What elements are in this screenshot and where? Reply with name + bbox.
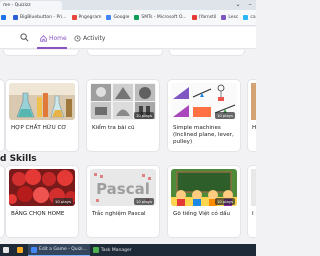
- quiz-thumbnail: [9, 83, 75, 120]
- os-taskbar: Edit a Game - Quizi... Task Manager: [0, 244, 256, 256]
- quiz-card[interactable]: Pascal 10 plays Trắc nghiệm Pascal: [87, 166, 159, 237]
- active-tab-indicator: [37, 47, 67, 49]
- quiz-card[interactable]: HỢP CHẤT HỮU CƠ: [6, 80, 78, 151]
- browser-tab[interactable]: me - Quizizz: [0, 1, 62, 10]
- tab-home-label: Home: [49, 34, 67, 42]
- taskbar-item[interactable]: Task Manager: [90, 244, 135, 256]
- taskbar-item-label: Edit a Game - Quizi...: [39, 247, 87, 252]
- quiz-title: HỢP CHẤT HỮU CƠ: [11, 125, 67, 131]
- bookmark-label: Google: [113, 15, 130, 20]
- quiz-thumbnail: [251, 83, 256, 120]
- quiz-title: H: [252, 125, 256, 131]
- card-partial-right[interactable]: I: [248, 166, 256, 237]
- quiz-thumbnail: [251, 169, 256, 206]
- bookmark-favicon-icon: [106, 15, 112, 20]
- card-partial-left[interactable]: [0, 80, 4, 151]
- card-cutoff: [4, 50, 78, 55]
- app-icon: [3, 247, 9, 253]
- plays-badge: 10 plays: [133, 198, 154, 205]
- bookmark-item[interactable]: Google: [106, 12, 129, 24]
- app-icon: [31, 246, 37, 253]
- bookmark-favicon-icon: [191, 15, 197, 20]
- quiz-card[interactable]: 10 plays Gõ tiếng Việt có dấu: [168, 166, 240, 237]
- app-icon: [92, 247, 99, 253]
- bookmark-item[interactable]: Pngegram: [71, 12, 102, 24]
- home-icon: [40, 34, 47, 42]
- quiz-card[interactable]: 10 plays Kiểm tra bài cũ: [87, 80, 159, 151]
- card-partial-right[interactable]: H: [248, 80, 256, 151]
- tab-activity-label: Activity: [83, 34, 106, 42]
- bookmark-item[interactable]: Lesc: [221, 12, 238, 24]
- bookmark-favicon-icon: [243, 15, 249, 20]
- quiz-card[interactable]: 10 plays Simple machines (Inclined plane…: [168, 80, 240, 151]
- tab-home[interactable]: Home: [40, 27, 67, 49]
- quiz-title: Gõ tiếng Việt có dấu: [173, 211, 231, 217]
- app-navbar: Home Activity: [0, 27, 256, 49]
- bookmark-item[interactable]: SMTs - Microsoft O...: [134, 12, 187, 24]
- quiz-title: Kiểm tra bài cũ: [92, 125, 135, 131]
- bookmark-item[interactable]: [1, 12, 8, 24]
- browser-titlebar: me - Quizizz ⌄ –: [0, 0, 256, 10]
- bookmark-favicon-icon: [134, 15, 140, 20]
- bookmark-label: (Yarnstil: [198, 15, 217, 20]
- bookmark-item[interactable]: BigBluebutton - Pri...: [13, 12, 67, 24]
- plays-badge: 10 plays: [214, 112, 235, 119]
- quiz-title: Trắc nghiệm Pascal: [92, 211, 146, 217]
- search-icon[interactable]: [20, 33, 29, 42]
- plays-badge: 10 plays: [133, 112, 154, 119]
- taskbar-item-label: Task Manager: [100, 247, 132, 253]
- quiz-card[interactable]: 10 plays BẢNG CHỌN HOME: [6, 166, 78, 237]
- plays-badge: 10 plays: [214, 198, 235, 205]
- bookmark-label: Lesc: [228, 15, 239, 20]
- quiz-title: BẢNG CHỌN HOME: [11, 211, 65, 217]
- taskbar-item[interactable]: [0, 244, 14, 256]
- pascal-image-text: Pascal: [96, 180, 150, 198]
- card-partial-left[interactable]: [0, 166, 4, 237]
- plays-badge: 10 plays: [52, 198, 73, 205]
- tab-list-icon[interactable]: ⌄: [232, 0, 244, 10]
- main-content: HỢP CHẤT HỮU CƠ 10 plays Kiểm tra bài cũ…: [0, 50, 256, 244]
- bookmark-favicon-icon: [71, 15, 77, 20]
- tab-activity[interactable]: Activity: [74, 27, 105, 49]
- card-cutoff: [170, 50, 244, 55]
- quiz-title: I: [252, 211, 254, 217]
- section-heading: d Skills: [0, 154, 37, 164]
- card-cutoff: [88, 50, 162, 55]
- bookmark-label: BigBluebutton - Pri...: [20, 15, 67, 20]
- browser-tab-title: me - Quizizz: [3, 3, 31, 8]
- taskbar-item[interactable]: [14, 244, 28, 256]
- bookmark-favicon-icon: [221, 15, 227, 20]
- bookmark-item[interactable]: canvassupport: [243, 12, 256, 24]
- quiz-title: Simple machines (Inclined plane, lever, …: [173, 125, 234, 145]
- history-icon: [74, 34, 81, 42]
- bookmark-label: canvassupport: [250, 15, 256, 20]
- bookmark-label: SMTs - Microsoft O...: [141, 15, 187, 20]
- app-icon: [17, 247, 23, 253]
- taskbar-item[interactable]: Edit a Game - Quizi...: [28, 244, 90, 256]
- bookmark-item[interactable]: (Yarnstil: [191, 12, 217, 24]
- bookmarks-bar: BigBluebutton - Pri... Pngegram Google SMTs…: [0, 10, 256, 26]
- window-controls: ⌄ –: [232, 0, 256, 10]
- bookmark-favicon-icon: [13, 15, 18, 20]
- bookmark-label: Pngegram: [78, 15, 102, 20]
- minimize-icon[interactable]: –: [244, 0, 256, 10]
- bookmark-favicon-icon: [1, 15, 6, 20]
